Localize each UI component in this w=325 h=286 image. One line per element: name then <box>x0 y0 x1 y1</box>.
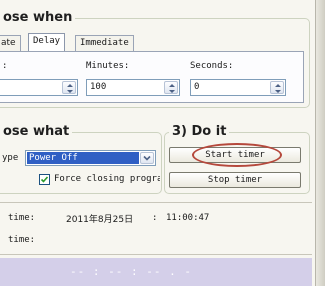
stop-timer-button[interactable]: Stop timer <box>169 172 301 188</box>
minutes-spin-buttons[interactable] <box>164 81 178 94</box>
current-date-value: 2011年8月25日 <box>66 215 134 225</box>
tab-date[interactable]: ate <box>0 35 21 51</box>
current-time-value: 11:00:47 <box>166 213 210 223</box>
seconds-value: 0 <box>194 82 200 92</box>
close-what-title: ose what <box>0 124 73 139</box>
seconds-spinner[interactable]: 0 <box>190 79 286 96</box>
chevron-down-icon <box>143 155 151 161</box>
seconds-spin-buttons[interactable] <box>270 81 284 94</box>
countdown-text: -- : -- : -- . - <box>70 265 192 278</box>
force-close-label: Force closing program <box>54 174 160 184</box>
force-close-checkbox[interactable] <box>39 174 50 185</box>
tab-delay[interactable]: Delay <box>28 33 66 51</box>
type-select[interactable]: Power Off <box>25 150 156 166</box>
window-right-border <box>315 0 325 286</box>
hours-spin-buttons[interactable] <box>62 81 76 94</box>
do-it-title: 3) Do it <box>169 124 230 139</box>
hours-spinner[interactable] <box>0 79 78 96</box>
start-timer-highlight <box>192 143 282 167</box>
checkmark-icon <box>40 176 49 183</box>
type-selected-value: Power Off <box>27 152 139 164</box>
type-label: ype <box>2 153 19 163</box>
type-dropdown-button[interactable] <box>140 152 154 164</box>
hours-label: : <box>2 61 8 71</box>
current-time-label: time: <box>8 213 36 223</box>
tab-immediate[interactable]: Immediate <box>75 35 134 51</box>
divider-top <box>0 202 312 203</box>
spin-arrows-icon <box>169 84 175 93</box>
minutes-value: 100 <box>90 82 107 92</box>
spin-arrows-icon <box>67 84 73 93</box>
close-when-title: ose when <box>0 10 76 25</box>
seconds-label: Seconds: <box>190 61 234 71</box>
divider-bottom <box>0 254 312 255</box>
current-time-separator: : <box>152 213 158 223</box>
spin-arrows-icon <box>275 84 281 93</box>
minutes-label: Minutes: <box>86 61 130 71</box>
minutes-spinner[interactable]: 100 <box>86 79 180 96</box>
target-time-label: time: <box>8 235 36 245</box>
